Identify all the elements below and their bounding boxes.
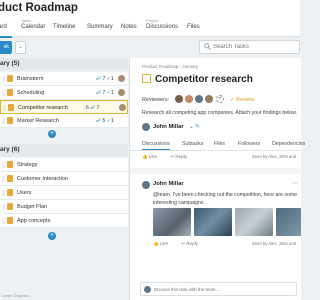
app-header: duct Roadmap ard Tasks Calendar Timeline… [0, 0, 300, 38]
task-icon [7, 175, 13, 182]
drag-handle-icon[interactable] [2, 118, 5, 124]
search-icon [204, 43, 211, 50]
reviewer-avatar[interactable] [185, 95, 193, 103]
comment-input[interactable] [154, 285, 294, 294]
edit-icon[interactable]: ✎ [195, 124, 200, 130]
tab-board[interactable]: ard [0, 17, 12, 38]
divider [130, 168, 301, 174]
task-icon [7, 203, 13, 210]
footer: Lewis Graphics [0, 292, 128, 300]
attachment-thumbnail[interactable] [194, 208, 232, 236]
avatar [118, 89, 125, 96]
tab-subtasks[interactable]: Subtasks [182, 141, 203, 147]
tab-files[interactable]: Files [214, 141, 225, 147]
seen-by: Seen by Alex, John and [252, 154, 297, 159]
task-row-strategy[interactable]: Strategy [0, 158, 128, 172]
like-button[interactable]: 👍 Like [142, 154, 163, 159]
more-icon[interactable]: ⋯ [292, 180, 298, 187]
task-icon [7, 189, 13, 196]
task-detail-panel: Product Roadmap › January Competitor res… [129, 58, 305, 300]
avatar [144, 286, 151, 293]
drag-handle-icon[interactable] [2, 218, 5, 224]
drag-handle-icon[interactable] [2, 90, 5, 96]
add-task-plus-icon[interactable]: + [48, 232, 56, 240]
attachment-thumbnail[interactable] [276, 208, 301, 236]
avatar [142, 181, 150, 189]
task-title[interactable]: Competitor research [155, 74, 253, 85]
task-row-market-research[interactable]: Market Research ☍ 5 ✓1 [0, 114, 128, 128]
reviewers-label: Reviewers: [142, 97, 170, 103]
complete-checkbox[interactable] [142, 74, 151, 83]
footer-text: Lewis Graphics [2, 293, 30, 298]
avatar [119, 104, 126, 111]
drag-handle-icon[interactable] [2, 204, 5, 210]
task-row-app-concepts[interactable]: App concepts [0, 214, 128, 228]
reply-button[interactable]: ↩ Reply [170, 154, 193, 159]
avatar [118, 75, 125, 82]
drag-handle-icon[interactable] [3, 105, 6, 111]
task-description[interactable]: Research all competing app companies. At… [142, 110, 297, 116]
toolbar: sk ⌄ [0, 37, 300, 57]
tab-discussions[interactable]: Discussions [142, 141, 170, 150]
task-row-users[interactable]: Users [0, 186, 128, 200]
task-icon [7, 161, 13, 168]
avatar [142, 123, 150, 131]
task-row-budget-plan[interactable]: Budget Plan [0, 200, 128, 214]
chevron-down-icon: ⌄ [189, 124, 194, 130]
task-list: uary (5) Brainstorm ☍ 7 ✓1 Scheduling ☍ … [0, 58, 128, 300]
post-author: John Millar [153, 181, 184, 187]
search-input[interactable] [213, 42, 298, 52]
drag-handle-icon[interactable] [2, 176, 5, 182]
review-button[interactable]: ✓ Review [230, 97, 254, 103]
like-button[interactable]: 👍 Like [153, 241, 174, 246]
task-meta: ☍ 7 ✓1 [96, 90, 114, 96]
task-meta: ◌6 ☍ 7 [83, 105, 100, 111]
reviewer-avatar[interactable] [205, 95, 213, 103]
tab-followers[interactable]: Followers [238, 141, 260, 147]
add-task-row: + [0, 230, 128, 242]
attachment-thumbnail[interactable] [153, 208, 191, 236]
section-header[interactable]: uary (5) [0, 58, 128, 70]
task-icon [7, 89, 13, 96]
seen-by: Seen by Alex, John and [252, 241, 297, 246]
post-body: @team. I've been checking out the compet… [153, 192, 298, 206]
chevron-down-icon: ⌄ [18, 44, 23, 50]
task-row-scheduling[interactable]: Scheduling ☍ 7 ✓1 [0, 86, 128, 100]
reviewer-avatar[interactable] [195, 95, 203, 103]
task-row-customer-interaction[interactable]: Customer Interaction [0, 172, 128, 186]
post-actions: 👍 Like ↩ Reply [153, 241, 210, 247]
task-icon [7, 117, 13, 124]
add-task-row: + [0, 128, 128, 140]
add-task-dropdown[interactable]: ⌄ [15, 41, 26, 54]
section-header[interactable]: uary (6) [0, 144, 128, 156]
drag-handle-icon[interactable] [2, 76, 5, 82]
task-actions: 👍 Like ↩ Reply [142, 154, 199, 160]
task-icon [7, 75, 13, 82]
project-title: duct Roadmap [0, 2, 78, 14]
add-task-plus-icon[interactable]: + [48, 130, 56, 138]
add-task-button[interactable]: sk [0, 41, 12, 54]
task-meta: ☍ 5 ✓1 [96, 118, 114, 124]
task-row-brainstorm[interactable]: Brainstorm ☍ 7 ✓1 [0, 72, 128, 86]
attachment-thumbnail[interactable] [235, 208, 273, 236]
tab-dependencies[interactable]: Dependencies [272, 141, 305, 147]
reply-button[interactable]: ↩ Reply [181, 241, 204, 246]
search-box[interactable] [199, 40, 300, 54]
task-icon [8, 104, 14, 111]
drag-handle-icon[interactable] [2, 190, 5, 196]
add-reviewer-icon[interactable]: + [216, 95, 224, 103]
detail-tabs: Discussions Subtasks Files Followers Dep… [130, 138, 305, 151]
task-meta: ☍ 7 ✓1 [96, 76, 114, 82]
reviewer-avatar[interactable] [175, 95, 183, 103]
breadcrumb[interactable]: Product Roadmap › January [142, 64, 198, 69]
task-row-competitor-research[interactable]: Competitor research ◌6 ☍ 7 [0, 100, 128, 114]
task-icon [7, 217, 13, 224]
drag-handle-icon[interactable] [2, 162, 5, 168]
comment-box[interactable] [140, 282, 297, 296]
